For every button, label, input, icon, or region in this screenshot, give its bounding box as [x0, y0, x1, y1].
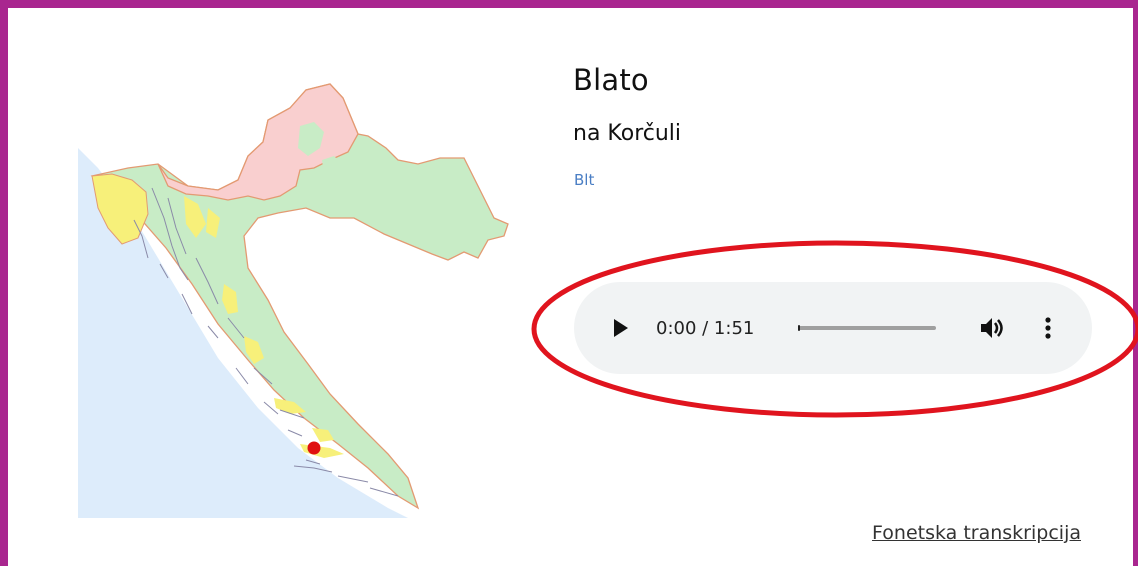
page-frame: Blato na Korčuli Blt 0:00 / 1:51 Fonetsk… [0, 0, 1138, 566]
audio-player: 0:00 / 1:51 [574, 282, 1092, 374]
location-subtitle: na Korčuli [573, 121, 682, 146]
time-display: 0:00 / 1:51 [656, 318, 755, 339]
phonetic-transcription-link[interactable]: Fonetska transkripcija [872, 522, 1081, 544]
location-title: Blato [573, 63, 649, 97]
more-vert-icon[interactable] [1036, 312, 1060, 344]
location-marker [307, 441, 321, 455]
volume-icon[interactable] [976, 312, 1008, 344]
play-icon[interactable] [606, 314, 634, 342]
dialect-map [78, 83, 509, 518]
progress-fill [798, 325, 800, 331]
progress-bar[interactable] [798, 325, 936, 331]
location-code: Blt [574, 171, 595, 189]
